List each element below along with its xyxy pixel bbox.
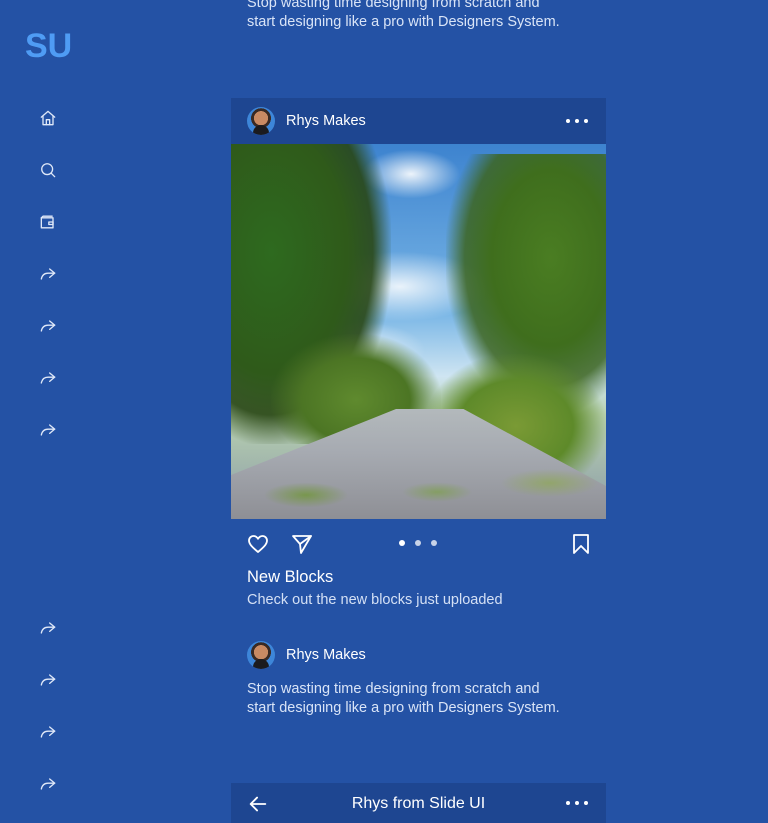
more-options-icon[interactable] (566, 112, 588, 130)
avatar[interactable] (247, 641, 275, 669)
share-icon[interactable] (36, 314, 60, 338)
share-icon[interactable] (36, 262, 60, 286)
carousel-indicator (399, 540, 437, 546)
chat-title: Rhys from Slide UI (351, 795, 486, 812)
sidebar: SU (0, 0, 100, 813)
more-options-icon[interactable] (566, 797, 588, 809)
logo[interactable]: SU (25, 27, 72, 66)
share-icon[interactable] (36, 616, 60, 640)
post-actions (231, 519, 606, 569)
post-title: New Blocks (247, 568, 334, 586)
carousel-dot[interactable] (431, 540, 437, 546)
post-description: Stop wasting time designing from scratch… (247, 680, 607, 718)
search-icon[interactable] (36, 158, 60, 182)
author-row: Rhys Makes (247, 641, 366, 669)
post-image[interactable] (231, 144, 606, 519)
heart-icon[interactable] (246, 532, 270, 556)
share-icon[interactable] (36, 772, 60, 796)
share-icon[interactable] (36, 720, 60, 744)
description-line: Stop wasting time designing from scratch… (247, 681, 540, 697)
share-icon[interactable] (36, 366, 60, 390)
post-header: Rhys Makes (231, 98, 606, 144)
wallet-icon[interactable] (36, 210, 60, 234)
description-line: start designing like a pro with Designer… (247, 14, 560, 30)
bookmark-icon[interactable] (569, 532, 593, 556)
post-subtitle: Check out the new blocks just uploaded (247, 592, 503, 608)
carousel-dot[interactable] (399, 540, 405, 546)
description-line: start designing like a pro with Designer… (247, 700, 560, 716)
description-line: Stop wasting time designing from scratch… (247, 0, 540, 11)
send-icon[interactable] (290, 532, 314, 556)
previous-post-description: Stop wasting time designing from scratch… (247, 0, 607, 32)
carousel-dot[interactable] (415, 540, 421, 546)
share-icon[interactable] (36, 668, 60, 692)
post-card: Rhys Makes (231, 98, 606, 519)
home-icon[interactable] (36, 106, 60, 130)
post-author[interactable]: Rhys Makes (286, 113, 366, 129)
share-icon[interactable] (36, 418, 60, 442)
chat-header: Rhys from Slide UI (231, 783, 606, 823)
author-name[interactable]: Rhys Makes (286, 647, 366, 663)
avatar[interactable] (247, 107, 275, 135)
